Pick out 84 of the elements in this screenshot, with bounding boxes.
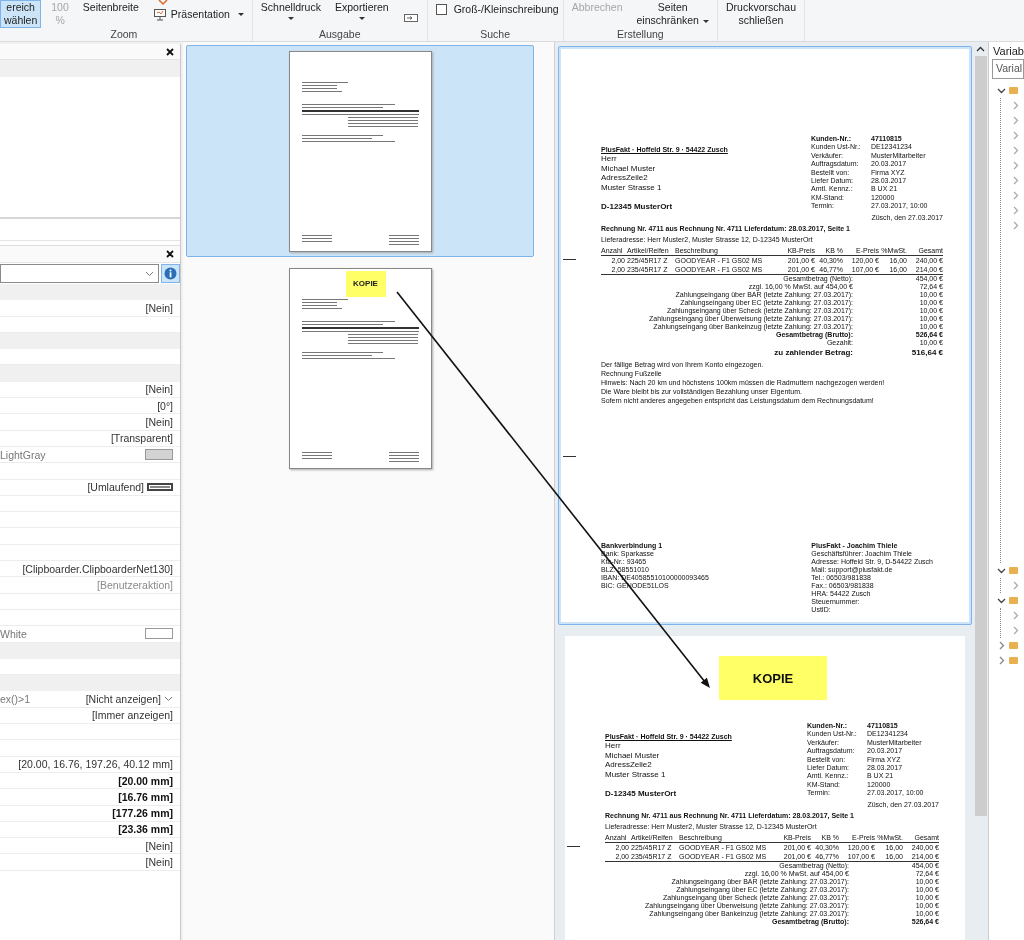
chevron-right-icon[interactable] <box>1011 116 1020 125</box>
chevron-right-icon[interactable] <box>1011 581 1020 590</box>
chevron-icon <box>145 270 154 277</box>
chevron-right-icon[interactable] <box>1011 191 1020 200</box>
chevron-right-icon[interactable] <box>1011 206 1020 215</box>
address-line: Michael Muster <box>601 163 657 173</box>
thumbnail-slot[interactable] <box>186 45 534 257</box>
panel-title: Variab <box>992 44 1024 59</box>
property-value: [Nein] <box>145 301 173 314</box>
ribbon-button[interactable]: Seiten einschränken <box>632 0 713 28</box>
property-value: LightGray <box>0 448 46 461</box>
address-line: AdressZeile2 <box>601 173 649 183</box>
property-value: White <box>0 627 27 640</box>
property-value: [23.36 mm] <box>118 823 173 836</box>
search-field[interactable]: Varial <box>992 59 1024 79</box>
property-value: [Clipboarder.ClipboarderNet130] <box>22 562 173 575</box>
ribbon-button[interactable]: Schnelldruck <box>256 0 325 28</box>
object-dropdown[interactable] <box>0 264 159 283</box>
property-value: [Nicht anzeigen] <box>85 693 161 706</box>
property-value: [Nein] <box>145 839 173 852</box>
folder-icon <box>1009 597 1018 604</box>
address-line: Herr <box>601 154 618 164</box>
chevron-right-icon[interactable] <box>1011 626 1020 635</box>
property-value: [16.76 mm] <box>118 790 173 803</box>
address-line: Michael Muster <box>605 750 661 760</box>
scroll-up-icon[interactable] <box>976 46 985 52</box>
copy-stamp: KOPIE <box>719 656 827 700</box>
ribbon-button[interactable]: Exportieren <box>330 0 393 28</box>
total-label: zu zahlender Betrag: <box>773 347 854 358</box>
chevron-icon[interactable] <box>164 696 173 703</box>
property-value: [0°] <box>157 399 173 412</box>
ribbon-button[interactable]: Druckvorschau schließen <box>721 0 800 28</box>
chevron-right-icon[interactable] <box>1011 611 1020 620</box>
address-line: Herr <box>605 741 622 751</box>
property-value: [20.00, 16.76, 197.26, 40.12 mm] <box>18 758 173 771</box>
close-icon[interactable] <box>166 47 174 56</box>
group-label: Erstellung <box>616 28 665 41</box>
stamp-label: KOPIE <box>345 270 386 297</box>
property-value: [Benutzeraktion] <box>97 579 173 591</box>
address-city: D-12345 MusterOrt <box>605 789 678 798</box>
fold-mark <box>567 846 580 847</box>
property-value: [Nein] <box>145 416 173 428</box>
address-line: Muster Strasse 1 <box>601 182 663 192</box>
ribbon-button[interactable]: Präsentation <box>148 6 248 22</box>
chevron-right-icon[interactable] <box>1011 221 1020 230</box>
folder-icon <box>1009 567 1018 574</box>
chevron-right-icon[interactable] <box>997 656 1006 665</box>
chevron-down-icon[interactable] <box>997 596 1006 605</box>
chevron-right-icon[interactable] <box>1011 101 1020 110</box>
border-swatch <box>147 483 173 492</box>
checkbox-label[interactable]: Groß-/Kleinschreibung <box>453 3 559 15</box>
total-value: 516,64 € <box>910 347 943 358</box>
presentation-icon <box>152 7 167 21</box>
info-button[interactable] <box>161 264 180 283</box>
property-value: [Transparent] <box>110 432 173 445</box>
folder-icon <box>1009 87 1018 94</box>
checkbox[interactable] <box>435 4 447 15</box>
address-line: Muster Strasse 1 <box>605 769 667 779</box>
property-value: [177.26 mm] <box>112 807 173 820</box>
address-city: D-12345 MusterOrt <box>601 202 674 211</box>
property-value: [Umlaufend] <box>87 481 144 494</box>
property-value: [Nein] <box>145 856 173 869</box>
scrollbar[interactable] <box>973 42 988 940</box>
ribbon-button[interactable]: ereich wählen <box>0 0 42 28</box>
property-value: [20.00 mm] <box>118 774 173 787</box>
scroll-thumb[interactable] <box>974 56 987 816</box>
chevron-right-icon[interactable] <box>1011 131 1020 140</box>
chevron-right-icon[interactable] <box>1011 176 1020 185</box>
chevron-down-icon[interactable] <box>997 566 1006 575</box>
address-line: AdressZeile2 <box>605 760 653 770</box>
fold-mark <box>563 456 576 457</box>
chevron-right-icon[interactable] <box>1011 161 1020 170</box>
property-value: [Immer anzeigen] <box>91 709 173 722</box>
close-icon[interactable] <box>166 250 174 258</box>
group-label: Zoom <box>109 28 139 41</box>
property-value: [Nein] <box>145 383 173 396</box>
ribbon-button[interactable]: Seitenbreite <box>78 0 143 28</box>
chevron-right-icon[interactable] <box>997 641 1006 650</box>
property-value: ex()>1 <box>0 693 31 706</box>
chevron-down-icon[interactable] <box>997 86 1006 95</box>
fold-mark <box>563 259 576 260</box>
group-label: Suche <box>479 28 512 41</box>
group-label: Ausgabe <box>318 28 362 41</box>
chevron-right-icon[interactable] <box>1011 146 1020 155</box>
